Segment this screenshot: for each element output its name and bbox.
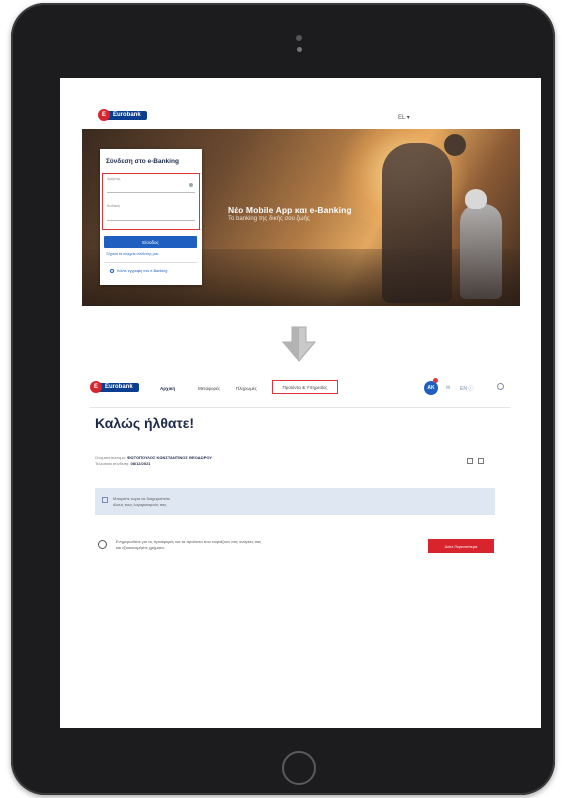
login-title: Σύνδεση στο e-Banking (106, 158, 179, 165)
arrow-down-icon (282, 326, 316, 362)
camera-icon (296, 35, 302, 41)
promo-text-1: Ενημερωθείτε για τις προσφορές και τα πρ… (116, 539, 262, 544)
list-view-icon[interactable] (478, 458, 484, 464)
nav-item-payments[interactable]: Πληρωμές (236, 386, 257, 391)
signup-link[interactable]: Κάντε εγγραφή στο e-Banking (110, 269, 167, 273)
notice-text-1: Μπορείτε τώρα να διαχειριστείτε (113, 496, 170, 501)
credentials-box: Χρήστης Κωδικός (102, 173, 200, 230)
child-cyclist-figure (460, 204, 502, 299)
notification-dot (433, 378, 438, 383)
logo-badge-icon: E (98, 109, 110, 121)
promo-icon (98, 540, 107, 549)
tablet-frame: E Eurobank EL ▾ Νέο Mobile App και e-Ban… (11, 3, 555, 795)
last-login-row: Τελευταία σύνδεση: 08/12/2021 (95, 461, 151, 466)
user-icon (110, 269, 114, 273)
password-label: Κωδικός (107, 204, 121, 208)
customer-name-row: Ονοματεπώνυμο: ΦΩΤΟΠΟΥΛΟΣ ΚΩΝΣΤΑΝΤΙΝΟΣ Θ… (95, 455, 212, 460)
customer-name-value: ΦΩΤΟΠΟΥΛΟΣ ΚΩΝΣΤΑΝΤΙΝΟΣ ΘΕΟΔΩΡΟΥ (127, 455, 213, 460)
nav-item-home[interactable]: Αρχική (160, 386, 175, 391)
nav-item-transfers[interactable]: Μεταφορές (198, 386, 220, 391)
mail-icon[interactable]: ✉ (446, 385, 450, 391)
page-title: Καλώς ήλθατε! (95, 415, 195, 431)
password-field[interactable] (107, 220, 195, 221)
tablet-screen: E Eurobank EL ▾ Νέο Mobile App και e-Ban… (60, 78, 541, 728)
login-card: Σύνδεση στο e-Banking Χρήστης Κωδικός Εί… (100, 149, 202, 285)
login-button[interactable]: Είσοδος (104, 236, 197, 248)
nav-eurobank-logo[interactable]: E Eurobank (90, 381, 139, 393)
customer-name-label: Ονοματεπώνυμο: (95, 455, 126, 460)
nav-divider (90, 407, 510, 408)
sensor-icon (297, 47, 302, 52)
hero-banner: Νέο Mobile App και e-Banking Το banking … (82, 129, 520, 306)
nav-language-selector[interactable]: EN ⓘ (460, 385, 473, 392)
divider (104, 262, 197, 263)
adult-head-figure (444, 134, 466, 156)
nav-item-products[interactable]: Προϊόντα & Υπηρεσίες (272, 380, 338, 394)
forgot-credentials-link[interactable]: Ξέχασα τα στοιχεία σύνδεσης μου (106, 252, 158, 256)
hero-title: Νέο Mobile App και e-Banking (228, 205, 352, 215)
hero-subtitle: Το banking της δικής σου ζωής (228, 216, 310, 222)
home-button[interactable] (282, 751, 316, 785)
nav-logo-name: Eurobank (96, 382, 139, 392)
username-field[interactable] (107, 192, 195, 193)
last-login-label: Τελευταία σύνδεση: (95, 461, 130, 466)
notice-info-icon (102, 497, 108, 503)
nav-logo-badge-icon: E (90, 381, 102, 393)
last-login-value: 08/12/2021 (130, 461, 151, 466)
child-helmet-figure (465, 189, 487, 209)
adult-cyclist-figure (382, 143, 452, 303)
user-avatar[interactable]: AK (424, 381, 438, 395)
learn-more-button[interactable]: Δείτε Περισσότερα (428, 539, 494, 553)
username-label: Χρήστης (107, 177, 121, 181)
notice-text-2[interactable]: όλους τους λογαριασμούς σας (113, 502, 166, 507)
info-actions (467, 458, 484, 464)
search-icon[interactable] (497, 383, 504, 390)
logo-name: Eurobank (104, 110, 147, 120)
signup-label: Κάντε εγγραφή στο e-Banking (117, 269, 168, 273)
promo-text-2: και εξοικονομήστε χρήματα. (116, 545, 165, 550)
notice-banner: Μπορείτε τώρα να διαχειριστείτε όλους το… (95, 488, 495, 515)
eurobank-logo[interactable]: E Eurobank (98, 109, 147, 121)
info-icon[interactable] (189, 183, 193, 187)
language-selector[interactable]: EL ▾ (398, 114, 410, 121)
grid-view-icon[interactable] (467, 458, 473, 464)
